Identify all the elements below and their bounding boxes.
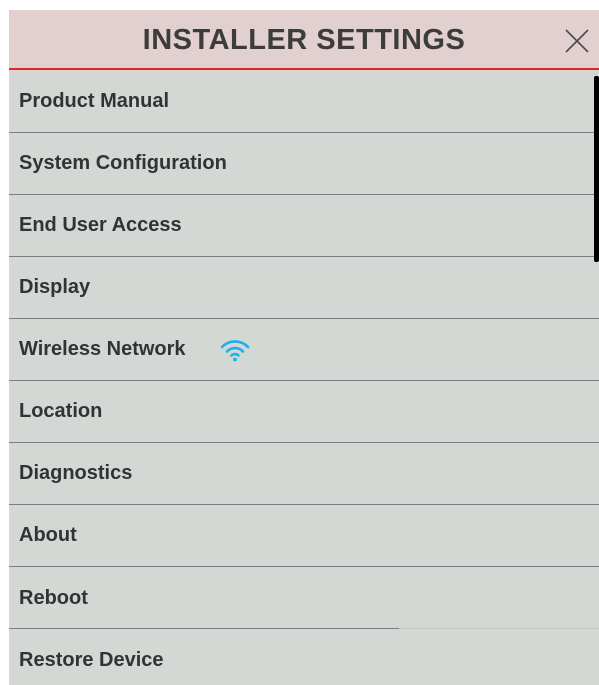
menu-item-end-user-access[interactable]: End User Access	[9, 195, 599, 257]
menu-item-label: Product Manual	[19, 89, 170, 112]
menu-item-display[interactable]: Display	[9, 257, 599, 319]
close-icon[interactable]	[563, 27, 591, 55]
panel-header: INSTALLER SETTINGS	[9, 10, 599, 70]
menu-item-reboot[interactable]: Reboot	[9, 567, 599, 629]
menu-item-product-manual[interactable]: Product Manual	[9, 70, 599, 133]
menu-item-system-configuration[interactable]: System Configuration	[9, 133, 599, 195]
menu-item-restore-device[interactable]: Restore Device	[9, 629, 599, 685]
wifi-icon	[220, 339, 249, 361]
panel-title: INSTALLER SETTINGS	[142, 24, 466, 56]
menu-item-label: Display	[19, 276, 91, 298]
menu-item-about[interactable]: About	[9, 505, 599, 567]
menu-item-label: Reboot	[19, 586, 88, 609]
menu-item-wireless-network[interactable]: Wireless Network	[9, 319, 599, 381]
installer-settings-panel: INSTALLER SETTINGS Product Manual System…	[9, 10, 599, 685]
settings-menu: Product Manual System Configuration End …	[9, 70, 599, 685]
menu-item-label: End User Access	[19, 214, 182, 236]
menu-item-label: Restore Device	[19, 648, 164, 671]
menu-item-label: Diagnostics	[19, 462, 133, 484]
menu-item-location[interactable]: Location	[9, 381, 599, 443]
menu-item-label: System Configuration	[19, 152, 227, 174]
menu-item-label: Wireless Network	[19, 338, 186, 360]
scrollbar[interactable]	[594, 76, 599, 262]
menu-item-label: About	[19, 524, 77, 546]
menu-item-diagnostics[interactable]: Diagnostics	[9, 443, 599, 505]
menu-item-label: Location	[19, 400, 103, 422]
